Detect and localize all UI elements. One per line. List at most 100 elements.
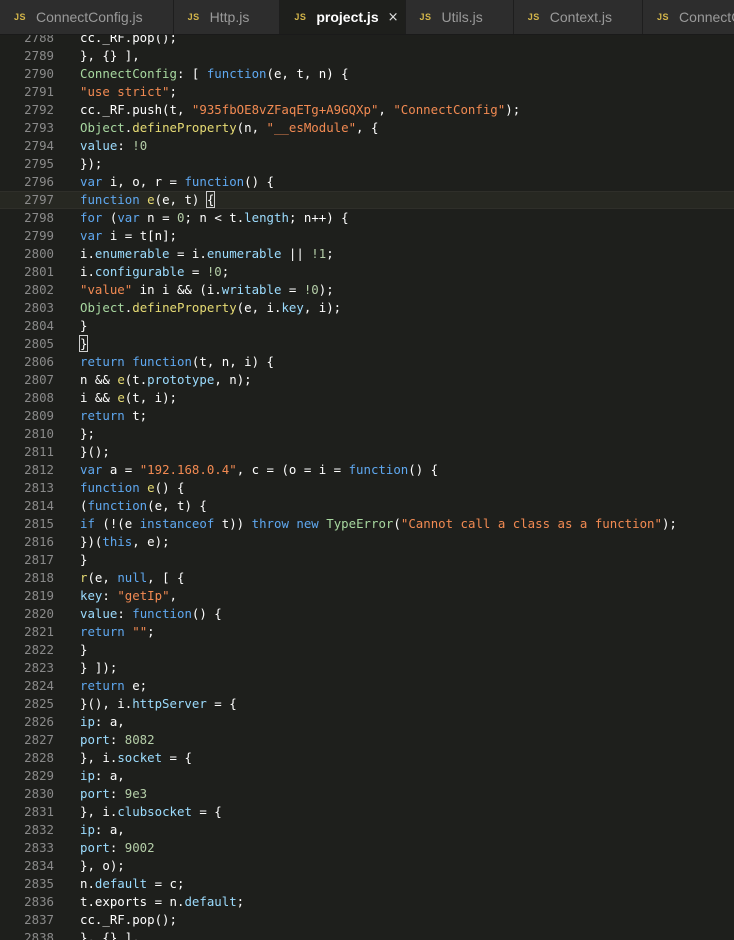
code-line[interactable]: 2838}, {} ], bbox=[0, 929, 734, 940]
close-tab-icon[interactable]: × bbox=[388, 10, 399, 25]
code-token: t)) bbox=[214, 516, 252, 531]
code-line[interactable]: 2835 n.default = c; bbox=[0, 875, 734, 893]
code-token: ); bbox=[661, 516, 677, 531]
code-text: i.enumerable = i.enumerable || !1; bbox=[80, 245, 334, 263]
code-line[interactable]: 2792 cc._RF.push(t, "935fbOE8vZFaqETg+A9G… bbox=[0, 101, 734, 119]
code-line[interactable]: 2791 "use strict"; bbox=[0, 83, 734, 101]
line-number: 2793 bbox=[24, 120, 54, 135]
javascript-file-icon: JS bbox=[294, 12, 307, 22]
code-text: t.exports = n.default; bbox=[80, 893, 244, 911]
code-text: if (!(e instanceof t)) throw new TypeErr… bbox=[80, 515, 677, 533]
code-token: || bbox=[281, 246, 312, 261]
line-number: 2815 bbox=[24, 516, 54, 531]
code-line[interactable]: 2806 return function(t, n, i) { bbox=[0, 353, 734, 371]
code-token: default bbox=[184, 894, 237, 909]
code-text: }, i.socket = { bbox=[80, 749, 192, 767]
code-line[interactable]: 2789}, {} ], bbox=[0, 47, 734, 65]
tab-utils-js[interactable]: JS Utils.js bbox=[405, 0, 514, 34]
code-line[interactable]: 2794 value: !0 bbox=[0, 137, 734, 155]
tab-context-js[interactable]: JS Context.js bbox=[513, 0, 644, 34]
code-line[interactable]: 2804} bbox=[0, 317, 734, 335]
code-line[interactable]: 2823} ]); bbox=[0, 659, 734, 677]
code-line[interactable]: 2810}; bbox=[0, 425, 734, 443]
code-line[interactable]: 2827 port: 8082 bbox=[0, 731, 734, 749]
code-token: : bbox=[102, 588, 118, 603]
line-number: 2799 bbox=[24, 228, 54, 243]
code-line[interactable]: 2799 var i = t[n]; bbox=[0, 227, 734, 245]
code-line[interactable]: 2813 function e() { bbox=[0, 479, 734, 497]
code-token: 8082 bbox=[124, 732, 155, 747]
code-line[interactable]: 2805} bbox=[0, 335, 734, 353]
code-line[interactable]: 2825}(), i.httpServer = { bbox=[0, 695, 734, 713]
code-line[interactable]: 2833 port: 9002 bbox=[0, 839, 734, 857]
code-token: 9002 bbox=[124, 840, 155, 855]
code-line[interactable]: 2821 return ""; bbox=[0, 623, 734, 641]
code-line[interactable]: 2793 Object.defineProperty(n, "__esModule… bbox=[0, 119, 734, 137]
code-line[interactable]: 2798 for (var n = 0; n < t.length; n++) { bbox=[0, 209, 734, 227]
code-text: r(e, null, [ { bbox=[80, 569, 184, 587]
code-line[interactable]: 2807 n && e(t.prototype, n); bbox=[0, 371, 734, 389]
code-text: return e; bbox=[80, 677, 147, 695]
code-line[interactable]: 2814 (function(e, t) { bbox=[0, 497, 734, 515]
code-line[interactable]: 2790 ConnectConfig: [ function(e, t, n) { bbox=[0, 65, 734, 83]
code-token: i && bbox=[80, 390, 118, 405]
code-token: "getIp" bbox=[117, 588, 170, 603]
code-line[interactable]: 2824 return e; bbox=[0, 677, 734, 695]
code-token: })( bbox=[80, 534, 103, 549]
code-token: defineProperty bbox=[132, 120, 237, 135]
code-line[interactable]: 2837 cc._RF.pop(); bbox=[0, 911, 734, 929]
code-token: (t, n, i) { bbox=[191, 354, 274, 369]
code-line[interactable]: 2826 ip: a, bbox=[0, 713, 734, 731]
code-line[interactable]: 2831}, i.clubsocket = { bbox=[0, 803, 734, 821]
code-editor[interactable]: 2788 cc._RF.pop(); 2789}, {} ], 2790 Connect… bbox=[0, 35, 734, 940]
tab-http-js[interactable]: JS Http.js bbox=[173, 0, 281, 34]
code-line[interactable]: 2820 value: function() { bbox=[0, 605, 734, 623]
code-text: ConnectConfig: [ function(e, t, n) { bbox=[80, 65, 349, 83]
code-line[interactable]: 2812 var a = "192.168.0.4", c = (o = i = … bbox=[0, 461, 734, 479]
code-line[interactable]: 2803 Object.defineProperty(e, i.key, i); bbox=[0, 299, 734, 317]
code-line[interactable]: 2797 function e(e, t) { bbox=[0, 191, 734, 209]
code-token: (e, i. bbox=[236, 300, 282, 315]
code-line[interactable]: 2818 r(e, null, [ { bbox=[0, 569, 734, 587]
code-line[interactable]: 2808 i && e(t, i); bbox=[0, 389, 734, 407]
code-line[interactable]: 2828}, i.socket = { bbox=[0, 749, 734, 767]
code-token: enumerable bbox=[94, 246, 170, 261]
tab-project-js[interactable]: JS project.js × bbox=[280, 0, 406, 34]
code-token: }); bbox=[80, 156, 103, 171]
line-number: 2810 bbox=[24, 426, 54, 441]
code-line[interactable]: 2834}, o); bbox=[0, 857, 734, 875]
code-line[interactable]: 2809 return t; bbox=[0, 407, 734, 425]
tab-connectconfig-js[interactable]: JS ConnectConfig.js bbox=[0, 0, 174, 34]
code-line[interactable]: 2800 i.enumerable = i.enumerable || !1; bbox=[0, 245, 734, 263]
code-token: : bbox=[117, 138, 133, 153]
code-line[interactable]: 2815 if (!(e instanceof t)) throw new Typ… bbox=[0, 515, 734, 533]
code-line[interactable]: 2817} bbox=[0, 551, 734, 569]
code-token: return bbox=[80, 354, 125, 369]
code-token: "192.168.0.4" bbox=[139, 462, 237, 477]
code-line[interactable]: 2796 var i, o, r = function() { bbox=[0, 173, 734, 191]
code-line[interactable]: 2819 key: "getIp", bbox=[0, 587, 734, 605]
code-line[interactable]: 2830 port: 9e3 bbox=[0, 785, 734, 803]
code-line[interactable]: 2832 ip: a, bbox=[0, 821, 734, 839]
line-number: 2823 bbox=[24, 660, 54, 675]
code-line[interactable]: 2801 i.configurable = !0; bbox=[0, 263, 734, 281]
code-text: cc._RF.pop(); bbox=[80, 35, 177, 47]
code-text: function e() { bbox=[80, 479, 184, 497]
code-line[interactable]: 2788 cc._RF.pop(); bbox=[0, 35, 734, 47]
code-token: : a, bbox=[94, 822, 125, 837]
code-token: !0 bbox=[303, 282, 319, 297]
code-line[interactable]: 2829 ip: a, bbox=[0, 767, 734, 785]
code-line[interactable]: 2836 t.exports = n.default; bbox=[0, 893, 734, 911]
code-line[interactable]: 2816})(this, e); bbox=[0, 533, 734, 551]
code-line[interactable]: 2802 "value" in i && (i.writable = !0); bbox=[0, 281, 734, 299]
code-token: "Cannot call a class as a function" bbox=[400, 516, 662, 531]
code-line[interactable]: 2822} bbox=[0, 641, 734, 659]
code-lines: 2788 cc._RF.pop(); 2789}, {} ], 2790 Connect… bbox=[0, 35, 734, 940]
code-line[interactable]: 2811}(); bbox=[0, 443, 734, 461]
line-number: 2802 bbox=[24, 282, 54, 297]
code-line[interactable]: 2795}); bbox=[0, 155, 734, 173]
line-number: 2804 bbox=[24, 318, 54, 333]
tab-connectconfi[interactable]: JS ConnectConfi bbox=[643, 0, 734, 34]
code-token: t.exports = n. bbox=[80, 894, 185, 909]
code-token: "use strict" bbox=[80, 84, 170, 99]
